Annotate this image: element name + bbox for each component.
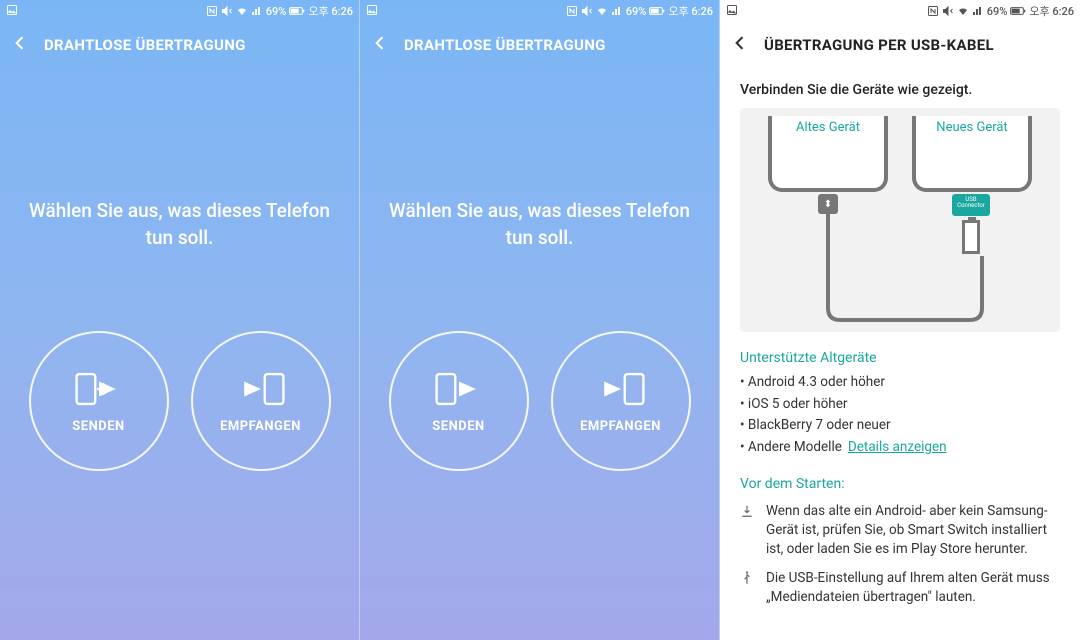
wireless-transfer-screen-1: 69% 오후 6:26 DRAHTLOSE ÜBERTRAGUNG Wählen… <box>0 0 360 640</box>
header: DRAHTLOSE ÜBERTRAGUNG <box>360 22 719 68</box>
page-title: DRAHTLOSE ÜBERTRAGUNG <box>44 36 246 54</box>
clock-text: 오후 6:26 <box>668 3 713 19</box>
supported-item: • iOS 5 oder höher <box>740 394 1060 416</box>
mute-icon <box>581 5 593 17</box>
mute-icon <box>942 5 954 17</box>
send-label: SENDEN <box>72 419 124 434</box>
wifi-icon <box>957 5 969 17</box>
page-title: ÜBERTRAGUNG PER USB-KABEL <box>764 36 994 54</box>
battery-icon <box>1010 6 1026 16</box>
clock-text: 오후 6:26 <box>1029 3 1074 19</box>
status-bar: 69% 오후 6:26 <box>0 0 359 22</box>
send-icon <box>431 369 487 409</box>
battery-icon <box>649 6 665 16</box>
nfc-icon <box>927 5 939 17</box>
tip-text-2: Die USB-Einstellung auf Ihrem alten Gerä… <box>766 569 1060 607</box>
receive-button[interactable]: EMPFANGEN <box>191 331 331 471</box>
battery-icon <box>289 6 305 16</box>
header: DRAHTLOSE ÜBERTRAGUNG <box>0 22 359 68</box>
image-icon <box>366 4 378 16</box>
status-bar: 69% 오후 6:26 <box>720 0 1080 22</box>
action-buttons: SENDEN EMPFANGEN <box>360 331 719 471</box>
wifi-icon <box>236 5 248 17</box>
signal-icon <box>251 5 263 17</box>
back-icon[interactable] <box>730 33 750 57</box>
receive-label: EMPFANGEN <box>580 419 661 434</box>
tip-text-1: Wenn das alte ein Android- aber kein Sam… <box>766 502 1060 559</box>
image-icon <box>726 4 738 16</box>
wireless-transfer-screen-2: 69% 오후 6:26 DRAHTLOSE ÜBERTRAGUNG Wählen… <box>360 0 720 640</box>
tip-row: Wenn das alte ein Android- aber kein Sam… <box>740 502 1060 559</box>
battery-percent: 69% <box>266 5 287 18</box>
signal-icon <box>611 5 623 17</box>
back-icon[interactable] <box>370 33 390 57</box>
download-icon <box>740 504 756 559</box>
nfc-icon <box>566 5 578 17</box>
nfc-icon <box>206 5 218 17</box>
receive-icon <box>593 369 649 409</box>
receive-button[interactable]: EMPFANGEN <box>551 331 691 471</box>
tip-row: Die USB-Einstellung auf Ihrem alten Gerä… <box>740 569 1060 607</box>
cable-icon <box>740 108 1060 332</box>
supported-item: • Andere ModelleDetails anzeigen <box>740 437 1060 459</box>
battery-percent: 69% <box>626 5 647 18</box>
supported-item: • BlackBerry 7 oder neuer <box>740 415 1060 437</box>
instruction-text: Wählen Sie aus, was dieses Telefon tun s… <box>360 198 719 251</box>
supported-item: • Android 4.3 oder höher <box>740 372 1060 394</box>
supported-devices-title: Unterstützte Altgeräte <box>740 350 1060 366</box>
usb-transfer-screen: 69% 오후 6:26 ÜBERTRAGUNG PER USB-KABEL Ve… <box>720 0 1080 640</box>
usb-body: Verbinden Sie die Geräte wie gezeigt. Al… <box>720 68 1080 607</box>
send-button[interactable]: SENDEN <box>29 331 169 471</box>
mute-icon <box>221 5 233 17</box>
status-bar: 69% 오후 6:26 <box>360 0 719 22</box>
usb-diagram: Altes Gerät Neues Gerät ⬍ USB Connector <box>740 108 1060 332</box>
usb-instruction: Verbinden Sie die Geräte wie gezeigt. <box>740 82 1060 98</box>
image-icon <box>6 4 18 16</box>
instruction-text: Wählen Sie aus, was dieses Telefon tun s… <box>0 198 359 251</box>
action-buttons: SENDEN EMPFANGEN <box>0 331 359 471</box>
back-icon[interactable] <box>10 33 30 57</box>
page-title: DRAHTLOSE ÜBERTRAGUNG <box>404 36 606 54</box>
signal-icon <box>972 5 984 17</box>
send-icon <box>71 369 127 409</box>
send-label: SENDEN <box>432 419 484 434</box>
usb-icon <box>740 571 756 607</box>
wifi-icon <box>596 5 608 17</box>
clock-text: 오후 6:26 <box>308 3 353 19</box>
receive-icon <box>233 369 289 409</box>
before-start-title: Vor dem Starten: <box>740 476 1060 492</box>
details-link[interactable]: Details anzeigen <box>848 439 947 455</box>
send-button[interactable]: SENDEN <box>389 331 529 471</box>
battery-percent: 69% <box>987 5 1008 18</box>
header: ÜBERTRAGUNG PER USB-KABEL <box>720 22 1080 68</box>
receive-label: EMPFANGEN <box>220 419 301 434</box>
